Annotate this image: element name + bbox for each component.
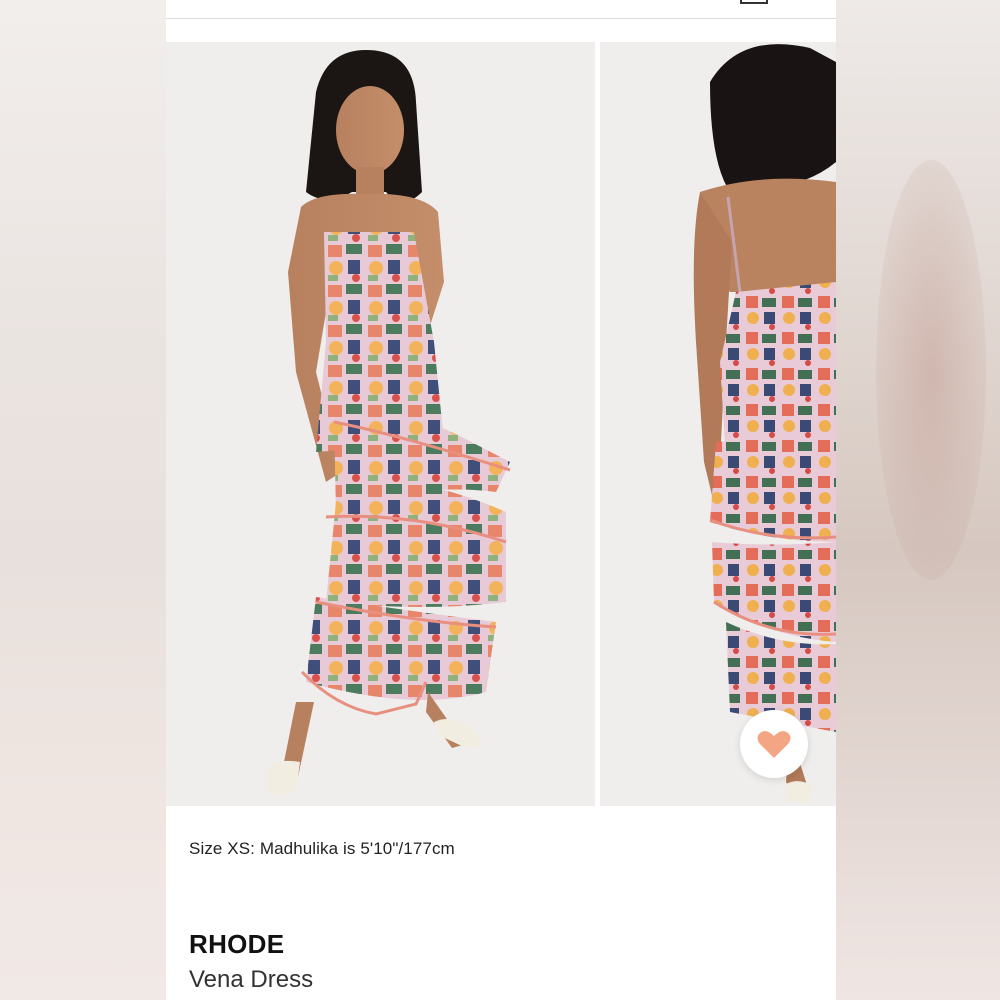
product-photo-front[interactable] <box>166 42 595 806</box>
favorite-button[interactable] <box>740 710 808 778</box>
blurred-background-left <box>0 0 166 1000</box>
model-front-illustration <box>166 42 595 806</box>
brand-name[interactable]: RHODE <box>189 929 284 960</box>
top-bar <box>166 0 836 19</box>
product-name: Vena Dress <box>189 966 314 993</box>
model-back-illustration <box>600 42 836 806</box>
background-blur-shape <box>876 160 986 580</box>
product-photo-back[interactable] <box>600 42 836 806</box>
heart-icon <box>757 731 791 758</box>
product-image-gallery[interactable] <box>166 42 836 806</box>
shopping-bag-icon[interactable] <box>740 0 768 4</box>
blurred-background-right <box>836 0 1000 1000</box>
model-size-note: Size XS: Madhulika is 5'10"/177cm <box>189 839 455 858</box>
product-page: Size XS: Madhulika is 5'10"/177cm RHODE … <box>166 0 836 1000</box>
